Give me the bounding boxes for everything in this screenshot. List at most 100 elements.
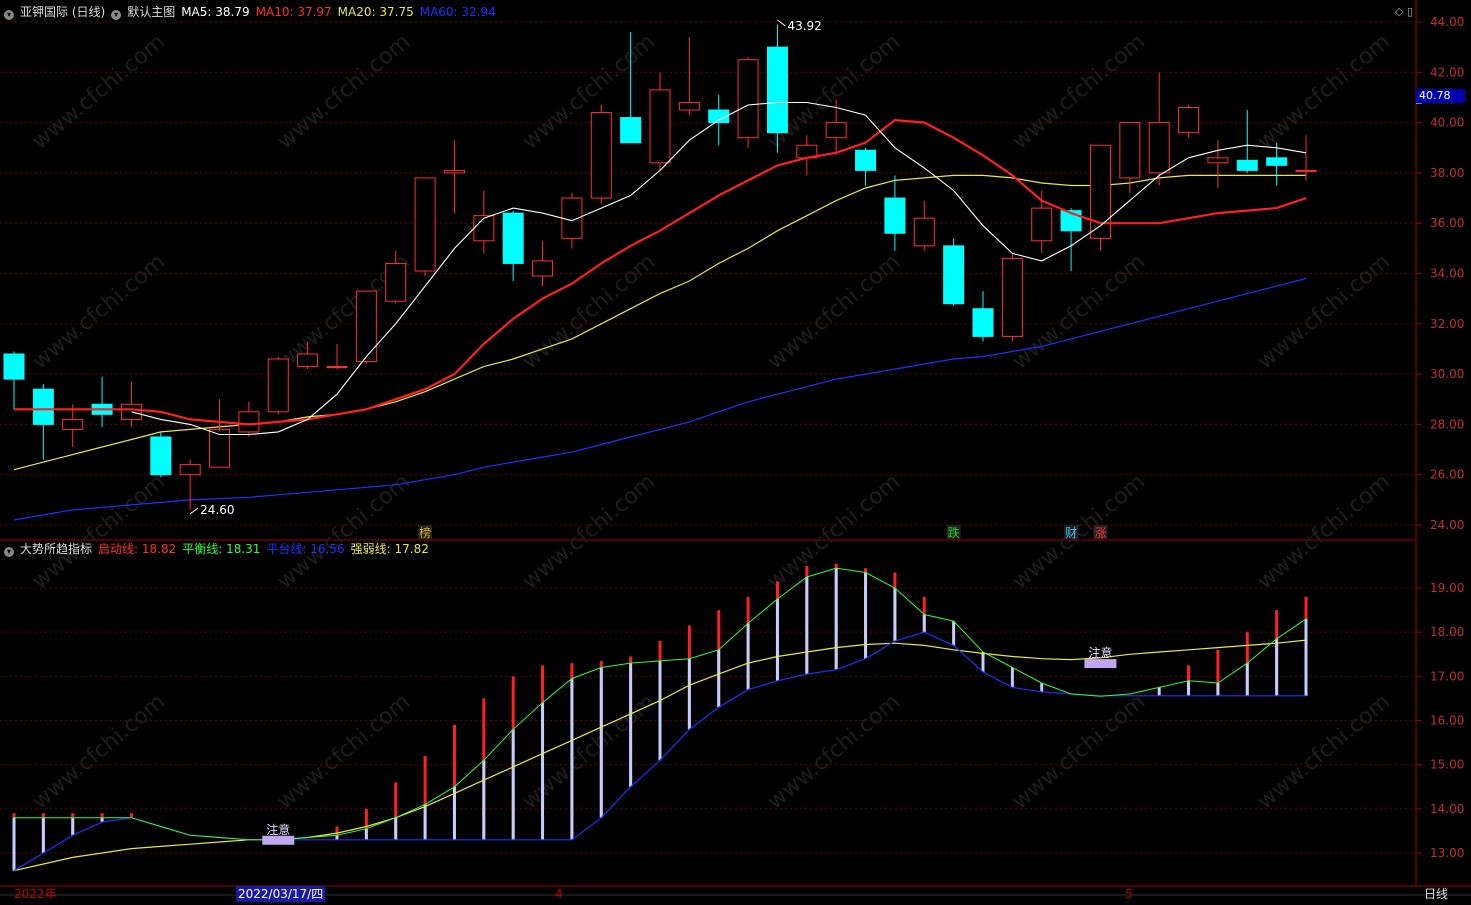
candle-body[interactable] bbox=[150, 436, 172, 476]
event-tag: 财 bbox=[1065, 526, 1077, 540]
qiangruo-legend: 强弱线: 17.82 bbox=[350, 542, 429, 556]
attention-marker bbox=[1084, 659, 1117, 669]
panel-icon[interactable]: ▯ bbox=[1407, 5, 1413, 18]
indicator-toggle-icon[interactable]: ▾ bbox=[111, 10, 122, 20]
candle-body[interactable] bbox=[1031, 207, 1053, 242]
ma20-line bbox=[13, 174, 1306, 471]
candle-body[interactable] bbox=[326, 366, 348, 369]
candle-body[interactable] bbox=[355, 290, 377, 363]
watermark-text: www.cfchi.com bbox=[1008, 249, 1150, 374]
watermark-text: www.cfchi.com bbox=[1008, 469, 1150, 594]
candle-body[interactable] bbox=[179, 464, 201, 476]
candle-body[interactable] bbox=[532, 260, 554, 277]
candle-body[interactable] bbox=[414, 177, 436, 272]
event-tag: 榜 bbox=[419, 525, 431, 540]
candle-body[interactable] bbox=[825, 122, 847, 139]
chart-tool-icons: ◇ ▯ bbox=[1395, 5, 1413, 18]
candle-body[interactable] bbox=[884, 197, 906, 234]
candle-body[interactable] bbox=[855, 149, 877, 171]
candle-body[interactable] bbox=[238, 411, 260, 433]
watermark-text: www.cfchi.com bbox=[518, 469, 660, 594]
watermark-text: www.cfchi.com bbox=[28, 469, 170, 594]
candle-body[interactable] bbox=[620, 117, 642, 144]
candle-body[interactable] bbox=[443, 169, 465, 174]
candle-body[interactable] bbox=[3, 353, 25, 380]
candle-body[interactable] bbox=[913, 217, 935, 247]
qidong-legend: 启动线: 18.82 bbox=[98, 542, 177, 556]
sub-tick-label: 17.00 bbox=[1430, 669, 1464, 683]
watermark-text: www.cfchi.com bbox=[273, 689, 415, 814]
attention-label: 注意 bbox=[1088, 645, 1112, 660]
sub-title[interactable]: 大势所趋指标 bbox=[20, 542, 92, 556]
watermark-text: www.cfchi.com bbox=[1253, 689, 1395, 814]
candle-body[interactable] bbox=[209, 428, 231, 468]
attention-label: 注意 bbox=[266, 822, 290, 837]
watermark-text: www.cfchi.com bbox=[763, 689, 905, 814]
candle-body[interactable] bbox=[267, 358, 289, 413]
candle-body[interactable] bbox=[1001, 257, 1023, 337]
pingtai-legend: 平台线: 16.56 bbox=[266, 542, 345, 556]
sub-tick-label: 18.00 bbox=[1430, 625, 1464, 639]
candle-body[interactable] bbox=[62, 418, 84, 430]
candle-body[interactable] bbox=[1207, 157, 1229, 164]
candle-body[interactable] bbox=[678, 101, 700, 111]
candle-body[interactable] bbox=[1178, 107, 1200, 134]
watermark-text: www.cfchi.com bbox=[763, 469, 905, 594]
candle-body[interactable] bbox=[766, 46, 788, 134]
watermark-text: www.cfchi.com bbox=[273, 29, 415, 154]
x-label-year: 2022年 bbox=[14, 887, 57, 901]
main-tick-label: 36.00 bbox=[1430, 216, 1464, 230]
collapse-toggle-icon[interactable]: ▾ bbox=[4, 10, 14, 20]
candle-body[interactable] bbox=[502, 212, 524, 264]
sub-tick-label: 15.00 bbox=[1430, 758, 1464, 772]
extreme-label: 24.60 bbox=[200, 503, 234, 517]
extreme-pointer bbox=[777, 19, 786, 27]
candle-body[interactable] bbox=[943, 245, 965, 305]
diamond-icon[interactable]: ◇ bbox=[1395, 5, 1403, 18]
x-label-may: 5 bbox=[1125, 887, 1133, 901]
candle-body[interactable] bbox=[737, 59, 759, 139]
candle-body[interactable] bbox=[590, 112, 612, 199]
candle-body[interactable] bbox=[1266, 157, 1288, 166]
main-tick-label: 26.00 bbox=[1430, 468, 1464, 482]
main-tick-label: 30.00 bbox=[1430, 367, 1464, 381]
main-tick-label: 32.00 bbox=[1430, 317, 1464, 331]
sub-tick-label: 14.00 bbox=[1430, 802, 1464, 816]
sub-tick-label: 16.00 bbox=[1430, 714, 1464, 728]
stock-chart[interactable]: www.cfchi.com www.cfchi.com www.cfchi.com w… bbox=[0, 0, 1471, 905]
main-indicator[interactable]: 默认主图 bbox=[127, 5, 175, 19]
candle-body[interactable] bbox=[32, 388, 54, 425]
candle-body[interactable] bbox=[473, 215, 495, 242]
event-tag: 跌 bbox=[948, 525, 960, 540]
watermark-text: www.cfchi.com bbox=[1253, 29, 1395, 154]
main-chart-header: ▾ 亚钾国际 (日线) ▾ 默认主图 MA5: 38.79 MA10: 37.97 MA20… bbox=[4, 5, 502, 20]
candle-body[interactable] bbox=[1295, 169, 1317, 172]
extreme-pointer bbox=[189, 507, 199, 515]
candle-body[interactable] bbox=[385, 262, 407, 302]
x-label-cursor-date: 2022/03/17/四 bbox=[236, 886, 326, 902]
candle-body[interactable] bbox=[297, 353, 319, 368]
period-label[interactable]: 日线 bbox=[1424, 886, 1448, 902]
ma60-line bbox=[13, 277, 1307, 521]
sub-tick-label: 13.00 bbox=[1430, 846, 1464, 860]
candle-body[interactable] bbox=[1236, 159, 1258, 171]
x-label-april: 4 bbox=[555, 887, 563, 901]
event-tag: 涨 bbox=[1094, 525, 1106, 540]
main-tick-label: 24.00 bbox=[1430, 518, 1464, 532]
main-title: 亚钾国际 (日线) bbox=[20, 5, 106, 19]
ma60-legend: MA60: 32.94 bbox=[419, 5, 496, 19]
candle-body[interactable] bbox=[1148, 122, 1170, 174]
candle-body[interactable] bbox=[1089, 144, 1111, 239]
sub-collapse-toggle-icon[interactable]: ▾ bbox=[4, 547, 14, 557]
ma20-legend: MA20: 37.75 bbox=[337, 5, 414, 19]
main-tick-label: 40.00 bbox=[1430, 116, 1464, 130]
candle-body[interactable] bbox=[649, 89, 671, 164]
attention-marker bbox=[262, 835, 295, 845]
candle-body[interactable] bbox=[972, 308, 994, 337]
candle-body[interactable] bbox=[120, 403, 142, 420]
watermark-text: www.cfchi.com bbox=[28, 29, 170, 154]
candle-body[interactable] bbox=[1119, 122, 1141, 179]
sub-tick-label: 19.00 bbox=[1430, 581, 1464, 595]
watermark-text: www.cfchi.com bbox=[28, 689, 170, 814]
watermark-text: www.cfchi.com bbox=[518, 689, 660, 814]
